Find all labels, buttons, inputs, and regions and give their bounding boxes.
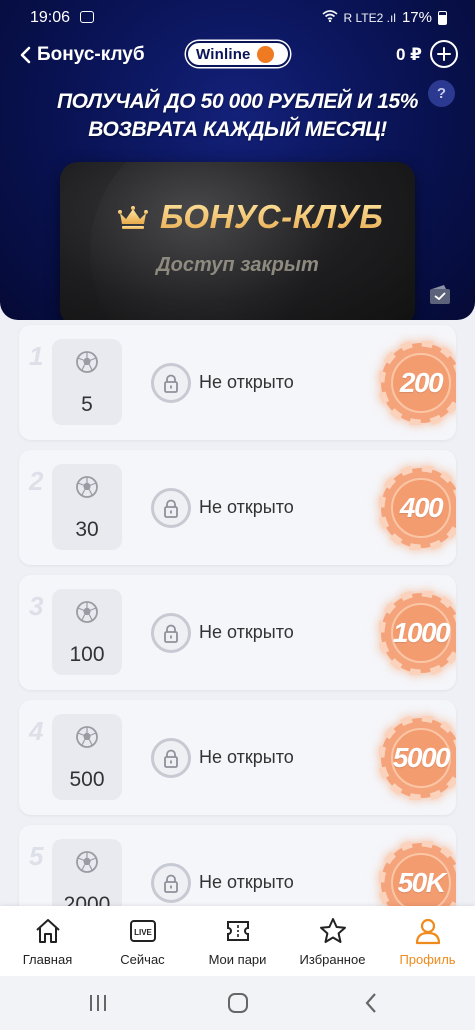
help-icon[interactable]: ? <box>428 80 455 107</box>
reward-amount: 1000 <box>392 617 451 648</box>
ball-icon <box>76 851 98 873</box>
ticket-icon <box>227 921 249 941</box>
level-status: Не открыто <box>199 747 294 767</box>
lock-icon <box>151 363 191 403</box>
promo-line-2: ВОЗВРАТА КАЖДЫЙ МЕСЯЦ! <box>88 118 387 141</box>
level-requirement: 30 <box>75 518 99 541</box>
balance[interactable]: 0 ₽ <box>396 45 422 65</box>
star-icon <box>320 918 346 943</box>
status-time: 19:06 <box>30 9 71 26</box>
status-bar: 19:06 R LTE2 .ıl 17% <box>0 0 475 36</box>
add-funds-button[interactable] <box>430 40 458 68</box>
recent-apps-icon[interactable] <box>84 990 112 1016</box>
club-status: Доступ закрыт <box>156 254 319 276</box>
battery-icon <box>438 10 447 25</box>
level-status: Не открыто <box>199 497 294 517</box>
reward-amount: 5000 <box>392 742 451 773</box>
hero-banner: 19:06 R LTE2 .ıl 17% Бонус-клуб Winline … <box>0 0 475 320</box>
ball-icon <box>76 351 98 373</box>
ball-icon <box>76 601 98 623</box>
top-header: Бонус-клуб Winline 0 ₽ <box>0 36 475 76</box>
crown-icon <box>118 206 148 229</box>
ball-icon <box>76 726 98 748</box>
logo-dot-icon <box>256 45 274 63</box>
level-card[interactable]: 2 30 Не открыто 400 <box>19 450 456 565</box>
level-requirement-tile: 30 <box>52 464 122 550</box>
level-number: 2 <box>29 466 44 496</box>
logo-text: Winline <box>196 45 251 63</box>
reward-chip: 5000 <box>377 714 456 802</box>
bottom-nav: Главная LIVE Сейчас Мои пари Избранное П… <box>0 906 475 976</box>
level-number: 5 <box>29 841 44 871</box>
winline-logo: Winline <box>186 41 290 67</box>
level-requirement: 100 <box>69 643 105 666</box>
nav-live-label: Сейчас <box>120 952 165 967</box>
nav-home[interactable]: Главная <box>0 906 95 976</box>
lock-icon <box>151 488 191 528</box>
lock-icon <box>151 863 191 903</box>
signal-icon: R LTE2 .ıl <box>343 10 396 25</box>
level-number: 3 <box>29 591 44 621</box>
nav-home-label: Главная <box>22 952 73 967</box>
nav-live[interactable]: LIVE Сейчас <box>95 906 190 976</box>
system-nav-bar <box>0 976 475 1030</box>
level-status: Не открыто <box>199 372 294 392</box>
back-icon[interactable] <box>14 42 36 68</box>
wifi-icon <box>321 10 338 25</box>
promo-line-1: ПОЛУЧАЙ ДО 50 000 РУБЛЕЙ И 15% <box>56 90 419 113</box>
level-requirement-tile: 100 <box>52 589 122 675</box>
reward-amount: 400 <box>399 492 444 523</box>
level-card[interactable]: 4 500 Не открыто 5000 <box>19 700 456 815</box>
reward-chip: 1000 <box>377 589 456 677</box>
level-status: Не открыто <box>199 872 294 892</box>
notification-icon <box>80 11 94 23</box>
home-button-icon[interactable] <box>224 990 252 1016</box>
system-back-icon[interactable] <box>358 990 386 1016</box>
home-icon <box>36 919 60 943</box>
nav-favorites[interactable]: Избранное <box>285 906 380 976</box>
nav-profile[interactable]: Профиль <box>380 906 475 976</box>
level-requirement-tile: 5 <box>52 339 122 425</box>
nav-profile-label: Профиль <box>399 952 456 967</box>
reward-chip: 400 <box>377 464 456 552</box>
nav-favorites-label: Избранное <box>299 952 366 967</box>
club-title: БОНУС-КЛУБ <box>160 198 384 235</box>
bonus-club-card: БОНУС-КЛУБ Доступ закрыт <box>60 162 415 320</box>
svg-text:LIVE: LIVE <box>134 928 152 937</box>
reward-amount: 200 <box>399 367 444 398</box>
level-requirement: 5 <box>81 393 93 416</box>
nav-my-bets[interactable]: Мои пари <box>190 906 285 976</box>
page-title: Бонус-клуб <box>37 44 145 65</box>
level-number: 4 <box>29 716 44 746</box>
lock-icon <box>151 738 191 778</box>
level-status: Не открыто <box>199 622 294 642</box>
lock-icon <box>151 613 191 653</box>
level-requirement: 500 <box>69 768 105 791</box>
nav-my-bets-label: Мои пари <box>208 952 267 967</box>
battery-percent: 17% <box>401 9 432 26</box>
level-number: 1 <box>29 341 44 371</box>
promo-text: ПОЛУЧАЙ ДО 50 000 РУБЛЕЙ И 15% ВОЗВРАТА … <box>0 88 475 144</box>
wallet-icon[interactable] <box>428 284 452 306</box>
level-card[interactable]: 3 100 Не открыто 1000 <box>19 575 456 690</box>
profile-icon <box>415 918 441 945</box>
reward-chip: 200 <box>377 339 456 427</box>
ball-icon <box>76 476 98 498</box>
status-indicators: R LTE2 .ıl 17% <box>321 9 447 26</box>
level-card[interactable]: 1 5 Не открыто 200 <box>19 325 456 440</box>
level-requirement-tile: 500 <box>52 714 122 800</box>
live-icon: LIVE <box>130 920 156 942</box>
